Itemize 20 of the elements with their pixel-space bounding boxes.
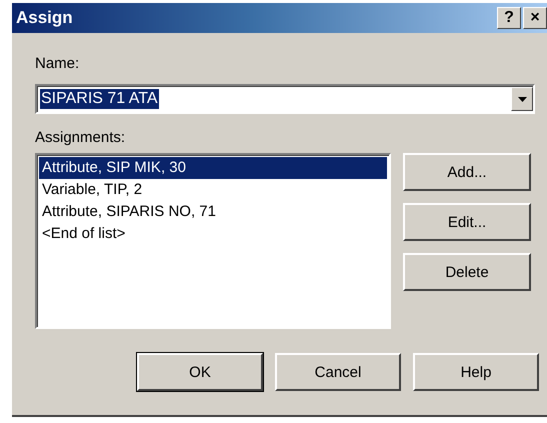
list-item[interactable]: <End of list> (39, 223, 387, 245)
dialog-button[interactable]: OK (137, 353, 263, 391)
dialog-button[interactable]: Cancel (275, 353, 401, 391)
assignments-list[interactable]: Attribute, SIP MIK, 30 Variable, TIP, 2 Attribute, SIPARIS NO, 71 <End of list> (35, 153, 391, 329)
help-button[interactable]: ? (497, 7, 521, 29)
caret-icon (518, 96, 526, 102)
list-item[interactable]: Variable, TIP, 2 (39, 179, 387, 201)
list-item[interactable]: Attribute, SIP MIK, 30 (39, 157, 387, 179)
action-button[interactable]: Edit... (403, 203, 531, 241)
dropdown-button[interactable] (511, 87, 533, 111)
action-button[interactable]: Delete (403, 253, 531, 291)
list-item[interactable]: Attribute, SIPARIS NO, 71 (39, 201, 387, 223)
assignments-label: Assignments: (35, 129, 126, 146)
name-combobox[interactable]: SIPARIS 71 ATA (35, 84, 535, 114)
close-button[interactable]: × (523, 7, 547, 29)
name-label: Name: (35, 55, 80, 72)
action-button[interactable]: Add... (403, 153, 531, 191)
name-value: SIPARIS 71 ATA (40, 89, 158, 109)
window-title: Assign (16, 8, 73, 28)
dialog-button[interactable]: Help (413, 353, 539, 391)
